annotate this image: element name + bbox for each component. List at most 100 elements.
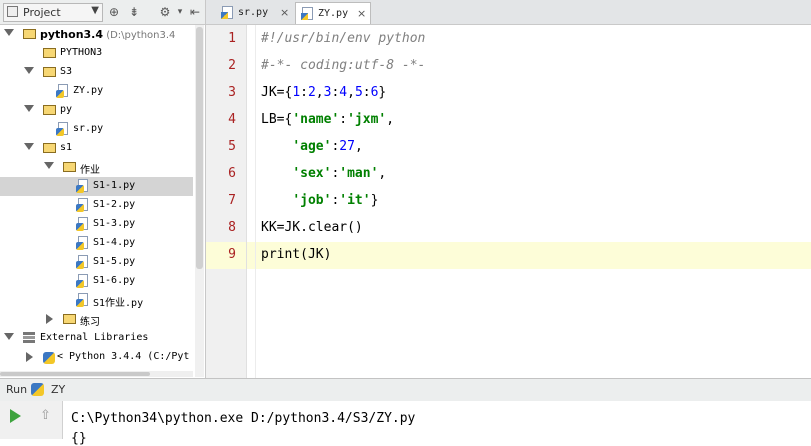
- tree-item-label: S1-5.py: [93, 256, 136, 267]
- tree-item-label: S1-6.py: [93, 275, 136, 286]
- expand-arrow-icon[interactable]: [44, 162, 54, 169]
- tree-file-item[interactable]: S1-6.py: [0, 272, 193, 291]
- gear-icon[interactable]: ⚙: [157, 4, 173, 20]
- tree-folder-item[interactable]: s1: [0, 139, 193, 158]
- run-console[interactable]: C:\Python34\python.exe D:/python3.4/S3/Z…: [63, 401, 811, 446]
- python-file-icon: [301, 7, 313, 20]
- tree-folder-item[interactable]: PYTHON3: [0, 44, 193, 63]
- scroll-up-icon[interactable]: ⇧: [40, 408, 51, 423]
- collapse-arrow-icon[interactable]: [26, 352, 33, 362]
- code-token: 5: [354, 85, 363, 100]
- code-token: :: [362, 85, 371, 100]
- folder-icon: [43, 48, 56, 58]
- code-token: ,: [354, 139, 363, 154]
- run-toolwindow-header: Run ZY: [0, 378, 811, 402]
- tree-file-item[interactable]: sr.py: [0, 120, 193, 139]
- expand-arrow-icon[interactable]: [24, 143, 34, 150]
- tree-file-item[interactable]: S1-1.py: [0, 177, 193, 196]
- python-file-icon: [56, 122, 69, 137]
- tree-file-item[interactable]: S1-5.py: [0, 253, 193, 272]
- expand-arrow-icon[interactable]: [4, 333, 14, 340]
- tree-folder-item[interactable]: < Python 3.4.4 (C:/Pyt: [0, 348, 193, 367]
- tree-file-item[interactable]: S1作业.py: [0, 291, 193, 310]
- code-token: 4: [339, 85, 348, 100]
- folder-icon: [43, 67, 56, 77]
- tree-item-label: python3.4 (D:\python3.4: [40, 28, 176, 41]
- code-token: 'name': [292, 112, 340, 127]
- tree-folder-item[interactable]: py: [0, 101, 193, 120]
- python-file-icon: [221, 6, 233, 19]
- expand-arrow-icon[interactable]: [24, 67, 34, 74]
- tree-item-label: S3: [60, 66, 73, 77]
- code-token: 'sex': [292, 166, 332, 181]
- python-file-icon: [76, 236, 89, 251]
- tab-zy-py[interactable]: ZY.py ×: [295, 2, 371, 24]
- line-number: 5: [228, 139, 236, 154]
- run-config-name[interactable]: ZY: [51, 383, 65, 396]
- run-label: Run: [6, 383, 28, 396]
- project-view-dropdown[interactable]: Project ▼: [3, 3, 103, 22]
- project-dropdown-label: Project: [23, 6, 61, 19]
- tree-folder-item[interactable]: S3: [0, 63, 193, 82]
- tree-file-item[interactable]: S1-3.py: [0, 215, 193, 234]
- collapse-arrow-icon[interactable]: [46, 314, 53, 324]
- tree-folder-item[interactable]: 作业: [0, 158, 193, 177]
- code-line[interactable]: #-*- coding:utf-8 -*-: [261, 58, 425, 73]
- tree-item-path-hint: (D:\python3.4: [103, 30, 176, 41]
- rerun-icon[interactable]: [10, 409, 21, 423]
- line-number-gutter: 1 2 3 4 5 6 7 8 9: [206, 25, 247, 378]
- expand-arrow-icon[interactable]: [24, 105, 34, 112]
- folder-icon: [63, 314, 76, 324]
- code-token: ,: [315, 85, 324, 100]
- tree-folder-item[interactable]: python3.4 (D:\python3.4: [0, 25, 193, 44]
- tree-folder-item[interactable]: 练习: [0, 310, 193, 329]
- code-token: }: [378, 85, 387, 100]
- code-line[interactable]: print(JK): [261, 247, 331, 262]
- close-icon[interactable]: ×: [280, 6, 289, 19]
- code-line[interactable]: KK=JK.clear(): [261, 220, 363, 235]
- tree-item-label: s1: [60, 142, 73, 153]
- code-line[interactable]: 'age':27,: [261, 139, 363, 154]
- project-tree-hscrollbar[interactable]: [0, 371, 193, 377]
- code-line[interactable]: 'job':'it'}: [261, 193, 378, 208]
- tree-item-label: External Libraries: [40, 332, 149, 343]
- tree-file-item[interactable]: ZY.py: [0, 82, 193, 101]
- code-editor[interactable]: #!/usr/bin/env python #-*- coding:utf-8 -…: [247, 25, 811, 378]
- close-icon[interactable]: ×: [357, 7, 366, 20]
- tab-label: sr.py: [238, 7, 269, 18]
- tree-item-label: ZY.py: [73, 85, 104, 96]
- code-token: ,: [378, 166, 387, 181]
- python-file-icon: [76, 274, 89, 289]
- code-token: 'age': [292, 139, 332, 154]
- tree-item-label: S1作业.py: [93, 298, 144, 309]
- code-line[interactable]: 'sex':'man',: [261, 166, 386, 181]
- expand-arrow-icon[interactable]: [4, 29, 14, 36]
- editor-tab-bar: sr.py × ZY.py ×: [206, 0, 811, 25]
- code-token: 'man': [339, 166, 379, 181]
- folder-icon: [43, 143, 56, 153]
- gear-dropdown-icon[interactable]: ▾: [172, 4, 188, 20]
- code-line[interactable]: JK={1:2,3:4,5:6}: [261, 85, 386, 100]
- tree-folder-item[interactable]: External Libraries: [0, 329, 193, 348]
- tree-item-label: sr.py: [73, 123, 104, 134]
- code-token: ,: [347, 85, 355, 100]
- tree-file-item[interactable]: S1-4.py: [0, 234, 193, 253]
- scrollbar-thumb[interactable]: [196, 27, 203, 269]
- tab-label: ZY.py: [318, 8, 349, 19]
- indent-guide: [255, 25, 256, 378]
- code-token: 'it': [339, 193, 371, 208]
- hide-panel-icon[interactable]: ⇤: [187, 4, 203, 20]
- tree-item-label: PYTHON3: [60, 47, 103, 58]
- code-line[interactable]: LB={'name':'jxm',: [261, 112, 394, 127]
- hscrollbar-thumb[interactable]: [0, 372, 150, 376]
- project-tree-scrollbar[interactable]: [195, 25, 204, 377]
- code-token: KK=JK.clear(): [261, 220, 363, 235]
- tab-sr-py[interactable]: sr.py ×: [216, 2, 294, 24]
- tree-file-item[interactable]: S1-2.py: [0, 196, 193, 215]
- code-line[interactable]: #!/usr/bin/env python: [261, 31, 425, 46]
- scroll-from-source-icon[interactable]: ⊕: [106, 4, 122, 20]
- project-tree: python3.4 (D:\python3.4 PYTHON3 S3 ZY.py py s…: [0, 25, 193, 370]
- folder-icon: [23, 29, 36, 39]
- collapse-all-icon[interactable]: ⇟: [126, 4, 142, 20]
- current-line-highlight: [247, 242, 811, 269]
